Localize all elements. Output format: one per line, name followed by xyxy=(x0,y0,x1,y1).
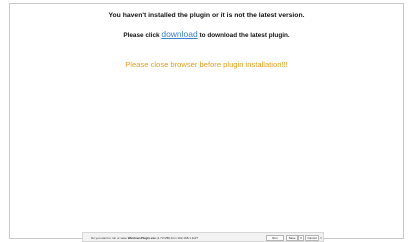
download-file-name: WindowsPlugin.exe xyxy=(127,236,156,240)
download-prompt: Do you want to run or save WindowsPlugin… xyxy=(91,236,198,240)
plugin-page: You haven't installed the plugin or it i… xyxy=(9,3,404,239)
download-link[interactable]: download xyxy=(161,29,197,39)
save-options-chevron-icon[interactable]: ▾ xyxy=(298,235,304,241)
save-button[interactable]: Save xyxy=(286,235,298,241)
download-notification-bar: Do you want to run or save WindowsPlugin… xyxy=(82,232,324,242)
close-icon[interactable]: × xyxy=(320,235,324,241)
cancel-button[interactable]: Cancel xyxy=(305,235,319,241)
download-instruction-suffix: to download the latest plugin. xyxy=(197,32,290,39)
download-prompt-suffix: (1.73 MB) from 192.168.1.112? xyxy=(155,236,199,240)
close-browser-warning: Please close browser before plugin insta… xyxy=(125,60,288,69)
download-instruction-prefix: Please click xyxy=(123,32,162,39)
run-button[interactable]: Run xyxy=(266,235,284,241)
plugin-missing-message: You haven't installed the plugin or it i… xyxy=(108,12,305,19)
download-instruction: Please click download to download the la… xyxy=(10,29,403,39)
download-prompt-prefix: Do you want to run or save xyxy=(91,236,128,240)
